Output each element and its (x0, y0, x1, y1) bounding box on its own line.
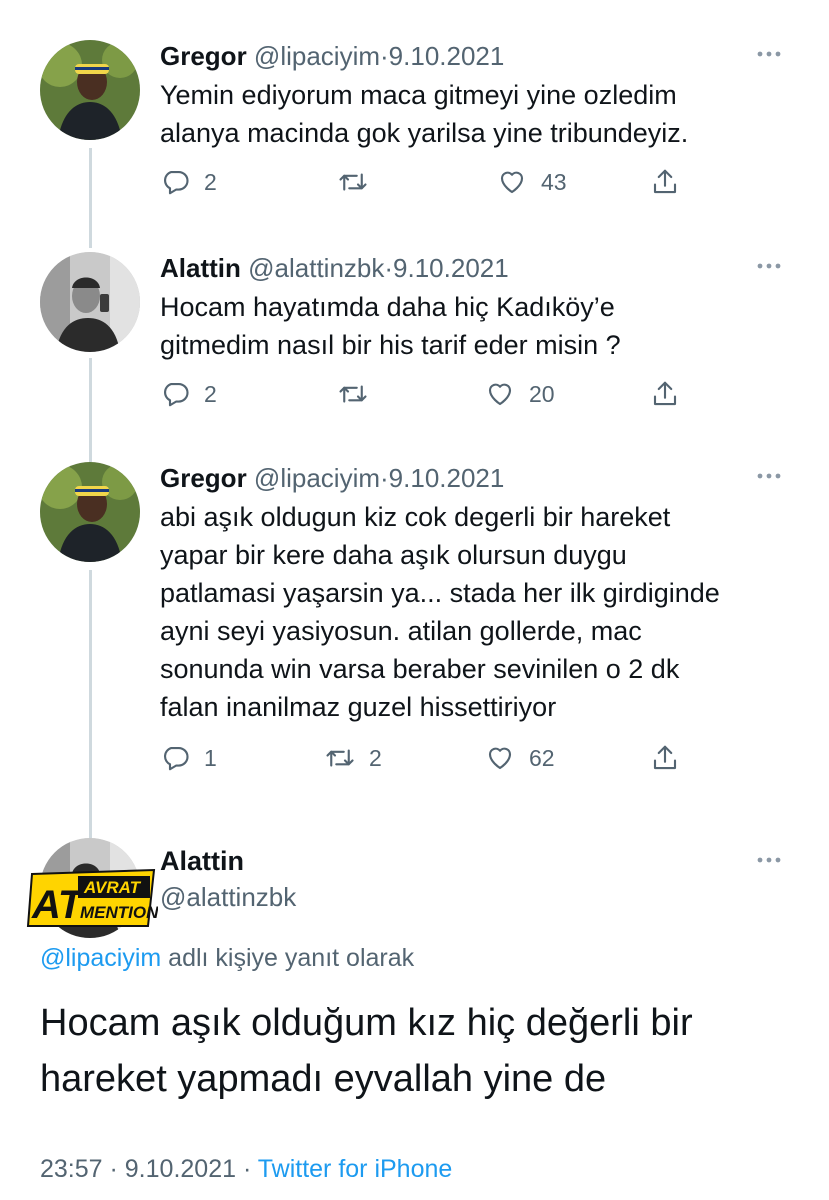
retweet-icon (326, 749, 354, 767)
reply-icon (164, 170, 189, 195)
tweet-text-line: Hocam hayatımda daha hiç Kadıköy’e (160, 292, 615, 322)
heart-icon (488, 747, 512, 770)
retweet-button[interactable] (338, 165, 382, 199)
retweet-icon (339, 173, 367, 191)
tweet-text-line: falan inanilmaz guzel hissettiriyor (160, 692, 557, 722)
tweet-time[interactable]: 23:57 (40, 1155, 103, 1183)
retweet-count: 2 (369, 744, 382, 771)
thread-tweet[interactable]: Gregor @lipaciyim·9.10.2021 Yemin ediyor… (0, 40, 829, 210)
like-count: 43 (541, 168, 567, 195)
tweet-thread-page: Gregor @lipaciyim·9.10.2021 Yemin ediyor… (0, 0, 829, 1200)
tweet-header: Gregor @lipaciyim·9.10.2021 (160, 462, 504, 494)
watermark-line1: AVRAT (83, 878, 142, 897)
reply-count: 2 (204, 380, 217, 407)
avatar[interactable] (40, 462, 140, 562)
more-icon[interactable] (755, 256, 783, 276)
main-tweet-text-line: hareket yapmadı eyvallah yine de (40, 1058, 607, 1100)
author-handle[interactable]: @lipaciyim (254, 41, 380, 71)
action-bar: 1 2 62 (160, 741, 700, 775)
share-button[interactable] (650, 377, 680, 411)
author-handle[interactable]: @lipaciyim (254, 463, 380, 493)
watermark-logo: AT AVRAT MENTION (26, 868, 158, 927)
share-icon (653, 745, 677, 770)
main-tweet-text-line: Hocam aşık olduğum kız hiç değerli bir (40, 1002, 693, 1044)
reply-icon (164, 746, 189, 771)
avatar[interactable] (40, 40, 140, 140)
thread-tweet[interactable]: Alattin @alattinzbk·9.10.2021 Hocam haya… (0, 252, 829, 422)
like-button[interactable]: 20 (485, 377, 555, 411)
author-name[interactable]: Gregor (160, 41, 247, 71)
separator: · (384, 253, 394, 283)
more-icon[interactable] (755, 44, 783, 64)
tweet-text-line: gitmedim nasıl bir his tarif eder misin … (160, 330, 621, 360)
main-tweet-text: Hocam aşık olduğum kız hiç değerli bir h… (40, 995, 693, 1107)
share-button[interactable] (650, 741, 680, 775)
reply-icon (164, 382, 189, 407)
heart-icon (500, 171, 524, 194)
separator: · (380, 41, 389, 71)
author-name[interactable]: Gregor (160, 463, 247, 493)
reply-context: @lipaciyim adlı kişiye yanıt olarak (40, 942, 414, 974)
like-count: 20 (529, 380, 555, 407)
author-name[interactable]: Alattin (160, 253, 241, 283)
tweet-text-line: alanya macinda gok yarilsa yine tribunde… (160, 118, 689, 148)
tweet-text-line: yapar bir kere daha aşık olursun duygu (160, 540, 627, 570)
tweet-text-line: ayni seyi yasiyosun. atilan gollerde, ma… (160, 616, 642, 646)
reply-context-text: adlı kişiye yanıt olarak (161, 944, 415, 972)
tweet-text: abi aşık oldugun kiz cok degerli bir har… (160, 498, 720, 726)
tweet-date[interactable]: 9.10.2021 (393, 253, 509, 283)
reply-count: 2 (204, 168, 217, 195)
share-icon (653, 381, 677, 406)
action-bar: 2 20 (160, 377, 700, 411)
retweet-button[interactable] (338, 377, 382, 411)
like-count: 62 (529, 744, 555, 771)
author-handle[interactable]: @alattinzbk (248, 253, 384, 283)
like-button[interactable]: 43 (497, 165, 567, 199)
separator: · (236, 1155, 258, 1183)
tweet-source-link[interactable]: Twitter for iPhone (258, 1155, 453, 1183)
watermark-line2: MENTION (80, 903, 158, 922)
tweet-text-line: sonunda win varsa beraber sevinilen o 2 … (160, 654, 680, 684)
thread-tweet[interactable]: Gregor @lipaciyim·9.10.2021 abi aşık old… (0, 462, 829, 792)
reply-button[interactable]: 2 (160, 165, 217, 199)
tweet-date[interactable]: 9.10.2021 (125, 1155, 236, 1183)
reply-count: 1 (204, 744, 217, 771)
separator: · (380, 463, 389, 493)
reply-button[interactable]: 2 (160, 377, 217, 411)
tweet-date[interactable]: 9.10.2021 (389, 41, 505, 71)
tweet-header: Gregor @lipaciyim·9.10.2021 (160, 40, 504, 72)
tweet-text-line: Yemin ediyorum maca gitmeyi yine ozledim (160, 80, 677, 110)
reply-mention-link[interactable]: @lipaciyim (40, 944, 161, 972)
reply-button[interactable]: 1 (160, 741, 217, 775)
main-author-name[interactable]: Alattin (160, 845, 244, 877)
like-button[interactable]: 62 (485, 741, 555, 775)
more-icon[interactable] (755, 850, 783, 870)
heart-icon (488, 383, 512, 406)
tweet-meta: 23:57 · 9.10.2021 · Twitter for iPhone (40, 1153, 452, 1185)
tweet-text: Hocam hayatımda daha hiç Kadıköy’e gitme… (160, 288, 621, 364)
tweet-date[interactable]: 9.10.2021 (389, 463, 505, 493)
tweet-text-line: patlamasi yaşarsin ya... stada her ilk g… (160, 578, 720, 608)
retweet-icon (339, 385, 367, 403)
tweet-text: Yemin ediyorum maca gitmeyi yine ozledim… (160, 76, 688, 152)
watermark-big: AT (31, 883, 86, 927)
tweet-text-line: abi aşık oldugun kiz cok degerli bir har… (160, 502, 671, 532)
share-icon (653, 169, 677, 194)
more-icon[interactable] (755, 466, 783, 486)
action-bar: 2 43 (160, 165, 700, 199)
main-author-handle[interactable]: @alattinzbk (160, 881, 296, 913)
share-button[interactable] (650, 165, 680, 199)
retweet-button[interactable]: 2 (325, 741, 382, 775)
separator: · (102, 1155, 125, 1183)
avatar[interactable] (40, 252, 140, 352)
tweet-header: Alattin @alattinzbk·9.10.2021 (160, 252, 509, 284)
